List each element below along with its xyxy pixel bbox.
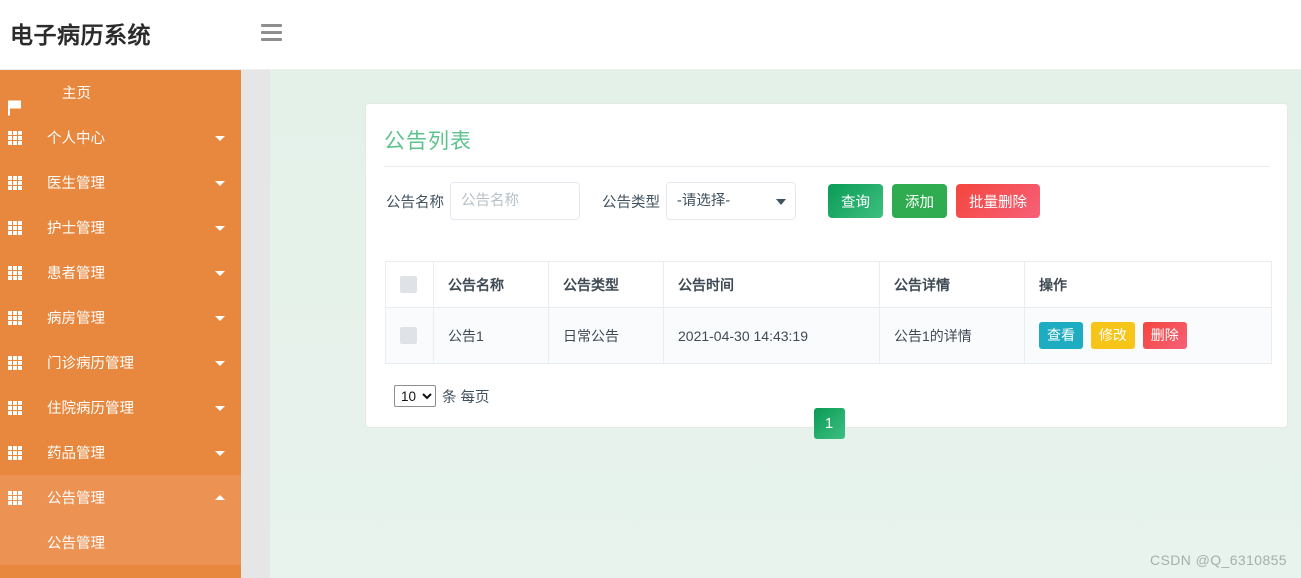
chevron-down-icon [215, 225, 225, 231]
announcement-name-input[interactable] [450, 182, 580, 220]
sidebar-item-drug-management[interactable]: 药品管理 [0, 430, 241, 475]
table-row: 公告1 日常公告 2021-04-30 14:43:19 公告1的详情 查看 修… [385, 307, 1272, 364]
sidebar-item-label: 护士管理 [47, 221, 105, 237]
row-actions: 查看 修改 删除 [1024, 307, 1272, 364]
table-body: 公告1 日常公告 2021-04-30 14:43:19 公告1的详情 查看 修… [385, 307, 1272, 364]
view-button[interactable]: 查看 [1039, 322, 1083, 349]
chevron-up-icon [215, 494, 225, 500]
sidebar-item-doctor-management[interactable]: 医生管理 [0, 160, 241, 205]
chevron-down-icon [215, 450, 225, 456]
sidebar-item-label: 住院病历管理 [47, 401, 134, 417]
sidebar-item-label: 患者管理 [47, 266, 105, 282]
batch-delete-button[interactable]: 批量删除 [956, 184, 1040, 218]
content-area: 公告列表 公告名称 公告类型 -请选择- 查询 添加 批量删除 [270, 70, 1301, 578]
row-name: 公告1 [433, 307, 549, 364]
grid-icon [8, 445, 24, 460]
top-bar: 电子病历系统 [0, 0, 1301, 70]
sidebar-subitem-announcement-management[interactable]: 公告管理 [0, 520, 241, 565]
card-title: 公告列表 [384, 130, 472, 153]
sidebar-item-label: 药品管理 [47, 446, 105, 462]
hamburger-bar [261, 38, 282, 41]
sidebar-item-announcement-management[interactable]: 公告管理 [0, 475, 241, 520]
title-divider [384, 166, 1270, 167]
sidebar-item-label: 病房管理 [47, 311, 105, 327]
grid-icon [8, 355, 24, 370]
edit-button[interactable]: 修改 [1090, 322, 1135, 349]
table-header-name: 公告名称 [433, 261, 549, 308]
sidebar: 主页 个人中心 医生管理 护士管理 患者管理 病房管理 门诊病历管理 住院病历管… [0, 70, 241, 578]
chevron-down-icon [215, 135, 225, 141]
sidebar-item-label: 门诊病历管理 [47, 356, 134, 372]
row-checkbox[interactable] [400, 327, 417, 345]
table-header-time: 公告时间 [663, 261, 880, 308]
query-button[interactable]: 查询 [828, 184, 883, 218]
grid-icon [8, 265, 24, 280]
table-header-row: 公告名称 公告类型 公告时间 公告详情 操作 [385, 261, 1272, 308]
table-header-type: 公告类型 [548, 261, 664, 308]
per-page-label: 条 每页 [442, 389, 490, 406]
page-number-button[interactable]: 1 [813, 408, 845, 439]
app-root: 电子病历系统 主页 个人中心 医生管理 护士管理 患者管理 病房管理 门诊病历管… [0, 0, 1301, 578]
grid-icon [8, 220, 24, 235]
grid-icon [8, 175, 24, 190]
chevron-down-icon [215, 180, 225, 186]
sidebar-item-inpatient-record-management[interactable]: 住院病历管理 [0, 385, 241, 430]
announcement-name-label: 公告名称 [386, 194, 444, 211]
add-button[interactable]: 添加 [892, 184, 947, 218]
sidebar-item-label: 医生管理 [47, 176, 105, 192]
announcement-list-card: 公告列表 公告名称 公告类型 -请选择- 查询 添加 批量删除 [365, 103, 1288, 439]
watermark: CSDN @Q_6310855 [1150, 552, 1287, 568]
table-header-select-all [385, 261, 434, 308]
hamburger-bar [261, 31, 282, 34]
pagination: 10 条 每页 1 [394, 385, 845, 439]
chevron-down-icon [215, 405, 225, 411]
sidebar-submenu-announcement: 公告管理 [0, 520, 241, 565]
announcement-table: 公告名称 公告类型 公告时间 公告详情 操作 公告1 日常公告 2021-04-… [385, 261, 1272, 364]
sidebar-item-label: 公告管理 [47, 491, 105, 507]
delete-button[interactable]: 删除 [1142, 322, 1187, 349]
search-form: 公告名称 公告类型 -请选择- 查询 添加 批量删除 [386, 182, 1040, 220]
grid-icon [8, 310, 24, 325]
page-size-select[interactable]: 10 [394, 385, 436, 407]
sidebar-item-label: 主页 [62, 86, 91, 102]
table-head: 公告名称 公告类型 公告时间 公告详情 操作 [385, 261, 1272, 308]
grid-icon [8, 400, 24, 415]
chevron-down-icon [215, 270, 225, 276]
announcement-type-select-wrapper: -请选择- [666, 182, 796, 220]
sidebar-item-home[interactable]: 主页 [0, 70, 241, 115]
flag-icon [8, 100, 23, 115]
row-time: 2021-04-30 14:43:19 [663, 307, 880, 364]
grid-icon [8, 490, 24, 505]
row-detail: 公告1的详情 [879, 307, 1025, 364]
sidebar-item-patient-management[interactable]: 患者管理 [0, 250, 241, 295]
sidebar-scroll-gutter[interactable] [241, 70, 270, 578]
hamburger-bar [261, 24, 282, 27]
announcement-type-label: 公告类型 [602, 194, 660, 211]
sidebar-subitem-label: 公告管理 [47, 536, 105, 552]
select-all-checkbox[interactable] [400, 276, 417, 294]
row-select-cell [385, 307, 434, 364]
row-type: 日常公告 [548, 307, 664, 364]
hamburger-icon[interactable] [261, 24, 282, 41]
table-header-detail: 公告详情 [879, 261, 1025, 308]
announcement-type-select[interactable]: -请选择- [666, 182, 796, 220]
sidebar-item-ward-management[interactable]: 病房管理 [0, 295, 241, 340]
sidebar-item-label: 个人中心 [47, 131, 105, 147]
table-header-actions: 操作 [1024, 261, 1272, 308]
page-title: 电子病历系统 [10, 22, 151, 48]
grid-icon [8, 130, 24, 145]
sidebar-item-nurse-management[interactable]: 护士管理 [0, 205, 241, 250]
chevron-down-icon [215, 315, 225, 321]
chevron-down-icon [215, 360, 225, 366]
sidebar-item-outpatient-record-management[interactable]: 门诊病历管理 [0, 340, 241, 385]
sidebar-item-personal-center[interactable]: 个人中心 [0, 115, 241, 160]
